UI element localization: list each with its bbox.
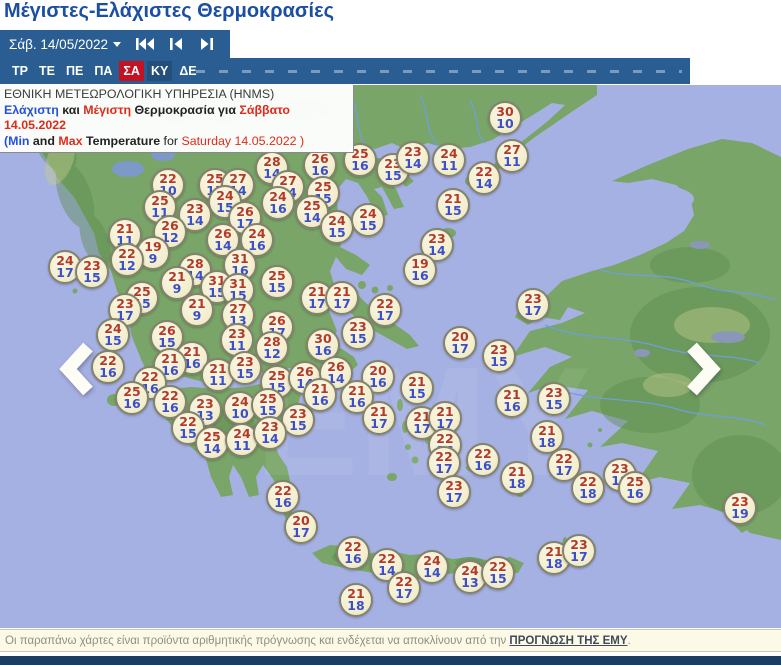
temp-bubble: 24 15	[351, 203, 385, 237]
temp-bubble: 21 17	[362, 401, 396, 435]
bottom-bar	[0, 656, 781, 665]
info-line3: (Min and Max Temperature for Saturday 14…	[4, 133, 305, 148]
temp-bubble: 20 17	[443, 326, 477, 360]
temp-bubble: 22 18	[571, 471, 605, 505]
temp-bubble: 24 15	[320, 210, 354, 244]
disclaimer-period: .	[627, 634, 631, 647]
temp-bubble: 21 15	[436, 188, 470, 222]
temp-bubble: 21 18	[339, 583, 373, 617]
temp-bubble: 23 15	[537, 382, 571, 416]
disclaimer-text: Οι παραπάνω χάρτες είναι προϊόντα αριθμη…	[5, 634, 510, 647]
temp-bubble: 24 15	[96, 318, 130, 352]
temp-bubble: 21 17	[325, 281, 359, 315]
map-info-box: ΕΘΝΙΚΗ ΜΕΤΕΩΡΟΛΟΓΙΚΗ ΥΠΗΡΕΣΙΑ (HNMS) Ελά…	[0, 85, 354, 153]
temp-bubble: 2216	[466, 443, 500, 477]
temp-bubble: 24 11	[432, 143, 466, 177]
temp-bubble: 23 14	[396, 141, 430, 175]
temp-bubble: 22 12	[110, 243, 144, 277]
temp-bubble: 23 17	[437, 475, 471, 509]
temp-bubble: 21 16	[303, 378, 337, 412]
chevron-right-icon	[687, 342, 721, 396]
temp-bubble: 23 15	[75, 255, 109, 289]
temp-bubble: 23 14	[253, 416, 287, 450]
temp-bubble: 21 16	[495, 384, 529, 418]
temp-bubble: 21 9	[180, 293, 214, 327]
chevron-left-icon	[59, 342, 93, 396]
temp-bubble: 2216	[266, 480, 300, 514]
temp-bubble: 19 16	[403, 253, 437, 287]
temp-bubble: 21 15	[400, 371, 434, 405]
temp-bubble: 20 17	[284, 510, 318, 544]
map-area: EMY 221025152714281427142416251124152314…	[0, 85, 781, 628]
temp-bubble: 23 17	[562, 534, 596, 568]
temp-bubble: 23 15	[482, 339, 516, 373]
temp-bubble: 23 15	[341, 316, 375, 350]
info-line2: Ελάχιστη και Μέγιστη Θερμοκρασία για Σάβ…	[4, 102, 294, 133]
temp-bubble: 22 17	[368, 293, 402, 327]
temp-bubble: 25 14	[195, 426, 229, 460]
temp-bubble: 22 15	[481, 556, 515, 590]
info-agency-line: ΕΘΝΙΚΗ ΜΕΤΕΩΡΟΛΟΓΙΚΗ ΥΠΗΡΕΣΙΑ (HNMS)	[4, 87, 275, 101]
hnms-temperature-page: Μέγιστες-Ελάχιστες Θερμοκρασίες Σάβ. 14/…	[0, 0, 781, 665]
temp-bubble: 2216	[336, 536, 370, 570]
temp-bubble: 24 14	[415, 550, 449, 584]
disclaimer-bar: Οι παραπάνω χάρτες είναι προϊόντα αριθμη…	[0, 629, 781, 652]
temp-bubble: 23 17	[516, 288, 550, 322]
temp-bubble: 21 18	[500, 461, 534, 495]
temp-bubble: 2515	[260, 265, 294, 299]
temp-bubble: 25 16	[618, 471, 652, 505]
forecast-link[interactable]: ΠΡΟΓΝΩΣΗ ΤΗΣ ΕΜΥ	[509, 635, 627, 647]
temp-bubble: 23 15	[228, 351, 262, 385]
temp-bubble: 25 16	[115, 381, 149, 415]
temp-bubble: 24 16	[261, 186, 295, 220]
map-next-arrow[interactable]	[682, 340, 722, 398]
temp-bubble: 30 10	[488, 101, 522, 135]
temp-bubble: 27 11	[495, 139, 529, 173]
temp-bubble: 23 19	[723, 491, 757, 525]
temp-bubble: 22 14	[467, 161, 501, 195]
temp-bubble: 22 17	[387, 571, 421, 605]
map-prev-arrow[interactable]	[58, 340, 98, 398]
